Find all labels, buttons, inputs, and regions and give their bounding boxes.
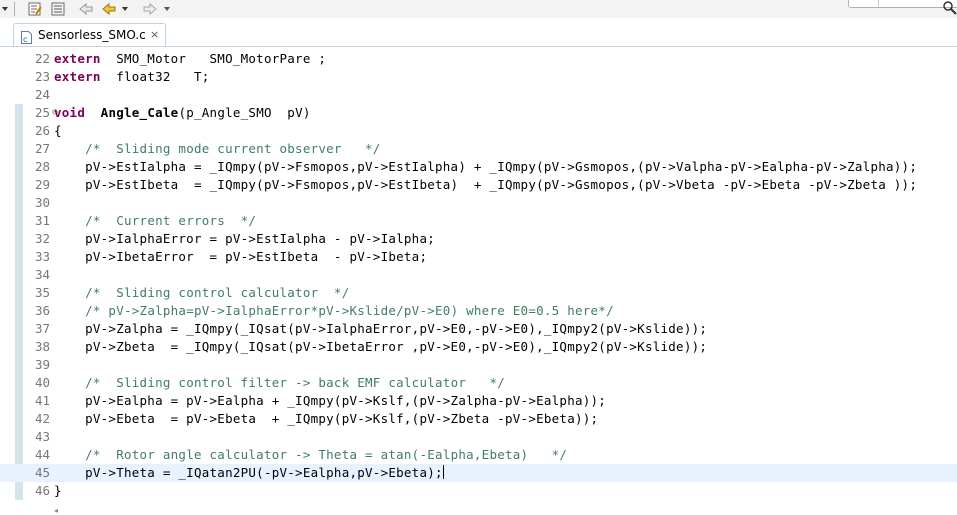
line-number: 40 bbox=[34, 375, 50, 390]
line-number: 23 bbox=[34, 69, 50, 84]
line-number: 26 bbox=[34, 123, 50, 138]
code-line[interactable]: 43 bbox=[0, 428, 957, 446]
code-line-current[interactable]: 45 pV->Theta = _IQatan2PU(-pV->Ealpha,pV… bbox=[0, 464, 957, 482]
code-line[interactable]: 46} bbox=[0, 482, 957, 500]
code-text: /* Sliding control calculator */ bbox=[85, 285, 350, 300]
quick-access-field[interactable] bbox=[848, 0, 957, 8]
line-number: 33 bbox=[34, 249, 50, 264]
code-line[interactable]: 33 pV->IbetaError = pV->EstIbeta - pV->I… bbox=[0, 248, 957, 266]
back-menu-icon[interactable] bbox=[121, 1, 129, 16]
line-number: 28 bbox=[34, 159, 50, 174]
line-number: 24 bbox=[34, 87, 50, 102]
code-line[interactable]: 37 pV->Zalpha = _IQmpy(_IQsat(pV->Ialpha… bbox=[0, 320, 957, 338]
code-line[interactable]: 25 ⊖ void Angle_Cale(p_Angle_SMO pV) bbox=[0, 104, 957, 122]
code-line[interactable]: 30 bbox=[0, 194, 957, 212]
code-line[interactable]: 28 pV->EstIalpha = _IQmpy(pV->Fsmopos,pV… bbox=[0, 158, 957, 176]
code-line[interactable]: 35 /* Sliding control calculator */ bbox=[0, 284, 957, 302]
text-caret bbox=[442, 465, 444, 479]
code-line[interactable]: 42 pV->Ebeta = pV->Ebeta + _IQmpy(pV->Ks… bbox=[0, 410, 957, 428]
line-number: 41 bbox=[34, 393, 50, 408]
line-number: 30 bbox=[34, 195, 50, 210]
code-line[interactable]: 36 /* pV->Zalpha=pV->IalphaError*pV->Ksl… bbox=[0, 302, 957, 320]
line-number: 25 bbox=[34, 105, 50, 120]
code-text: pV->IbetaError = pV->EstIbeta - pV->Ibet… bbox=[54, 249, 428, 264]
line-number: 36 bbox=[34, 303, 50, 318]
forward-icon[interactable] bbox=[141, 1, 159, 16]
code-text: pV->Ebeta = pV->Ebeta + _IQmpy(pV->Kslf,… bbox=[54, 411, 599, 426]
toolbar-separator bbox=[13, 1, 16, 16]
code-line[interactable]: 41 pV->Ealpha = pV->Ealpha + _IQmpy(pV->… bbox=[0, 392, 957, 410]
code-editor[interactable]: 22 extern SMO_Motor SMO_MotorPare ; 23 exte… bbox=[0, 47, 957, 511]
line-number: 43 bbox=[34, 429, 50, 444]
code-line[interactable]: 32 pV->IalphaError = pV->EstIalpha - pV-… bbox=[0, 230, 957, 248]
code-text: pV->EstIbeta = _IQmpy(pV->Fsmopos,pV->Es… bbox=[54, 177, 918, 192]
code-text: { bbox=[54, 123, 62, 138]
line-number: 32 bbox=[34, 231, 50, 246]
line-number: 38 bbox=[34, 339, 50, 354]
line-number: 22 bbox=[34, 51, 50, 66]
code-line[interactable]: 27 /* Sliding mode current observer */ bbox=[0, 140, 957, 158]
line-number: 39 bbox=[34, 357, 50, 372]
code-text: pV->Ealpha = pV->Ealpha + _IQmpy(pV->Ksl… bbox=[54, 393, 607, 408]
editor-tab-bar: c Sensorless_SMO.c × bbox=[0, 18, 957, 47]
code-text: /* Rotor angle calculator -> Theta = ata… bbox=[85, 447, 568, 462]
search-icon[interactable] bbox=[943, 0, 957, 19]
code-text: pV->Zbeta = _IQmpy(_IQsat(pV->IbetaError… bbox=[54, 339, 708, 354]
line-number: 29 bbox=[34, 177, 50, 192]
code-line[interactable]: 38 pV->Zbeta = _IQmpy(_IQsat(pV->IbetaEr… bbox=[0, 338, 957, 356]
line-number: 42 bbox=[34, 411, 50, 426]
back-icon[interactable] bbox=[100, 1, 118, 16]
code-text: pV->IalphaError = pV->EstIalpha - pV->Ia… bbox=[54, 231, 436, 246]
tab-sensorless-smo[interactable]: c Sensorless_SMO.c × bbox=[13, 23, 166, 46]
code-line[interactable]: 34 bbox=[0, 266, 957, 284]
line-number: 44 bbox=[34, 447, 50, 462]
edit-file-icon[interactable] bbox=[27, 1, 43, 16]
code-line[interactable]: 31 /* Current errors */ bbox=[0, 212, 957, 230]
line-number: 46 bbox=[34, 483, 50, 498]
code-line[interactable]: 40 /* Sliding control filter -> back EMF… bbox=[0, 374, 957, 392]
code-text: extern SMO_Motor SMO_MotorPare ; bbox=[54, 51, 327, 66]
svg-text:c: c bbox=[23, 35, 27, 44]
dropdown-arrow-icon[interactable] bbox=[0, 1, 10, 16]
c-file-icon: c bbox=[21, 29, 32, 44]
code-line[interactable]: 24 bbox=[0, 86, 957, 104]
code-text: /* Sliding mode current observer */ bbox=[85, 141, 381, 156]
forward-menu-icon[interactable] bbox=[163, 1, 171, 16]
close-icon[interactable]: × bbox=[150, 28, 159, 41]
code-line[interactable]: 22 extern SMO_Motor SMO_MotorPare ; bbox=[0, 50, 957, 68]
code-line[interactable]: 26 { bbox=[0, 122, 957, 140]
tab-label: Sensorless_SMO.c bbox=[38, 28, 146, 42]
code-text: /* Current errors */ bbox=[85, 213, 257, 228]
last-edit-icon[interactable] bbox=[77, 1, 95, 16]
quick-access-separator bbox=[878, 0, 879, 6]
code-line[interactable]: 39 bbox=[0, 356, 957, 374]
line-number: 34 bbox=[34, 267, 50, 282]
code-text: pV->Zalpha = _IQmpy(_IQsat(pV->IalphaErr… bbox=[54, 321, 708, 336]
code-text: void Angle_Cale(p_Angle_SMO pV) bbox=[54, 105, 311, 120]
code-line[interactable]: 23 extern float32 T; bbox=[0, 68, 957, 86]
line-number: 31 bbox=[34, 213, 50, 228]
code-text: /* pV->Zalpha=pV->IalphaError*pV->Kslide… bbox=[85, 303, 614, 318]
line-number: 37 bbox=[34, 321, 50, 336]
code-text: /* Sliding control filter -> back EMF ca… bbox=[85, 375, 505, 390]
code-text: pV->EstIalpha = _IQmpy(pV->Fsmopos,pV->E… bbox=[54, 159, 918, 174]
line-number: 27 bbox=[34, 141, 50, 156]
properties-icon[interactable] bbox=[50, 1, 66, 16]
code-line[interactable]: 29 pV->EstIbeta = _IQmpy(pV->Fsmopos,pV-… bbox=[0, 176, 957, 194]
code-text: } bbox=[54, 483, 62, 498]
line-number: 35 bbox=[34, 285, 50, 300]
code-text: extern float32 T; bbox=[54, 69, 210, 84]
main-toolbar bbox=[0, 0, 957, 18]
line-number: 45 bbox=[34, 465, 50, 480]
scroll-left-icon[interactable]: ◂ bbox=[54, 506, 66, 515]
code-text: pV->Theta = _IQatan2PU(-pV->Ealpha,pV->E… bbox=[54, 465, 444, 480]
code-line[interactable]: 44 /* Rotor angle calculator -> Theta = … bbox=[0, 446, 957, 464]
